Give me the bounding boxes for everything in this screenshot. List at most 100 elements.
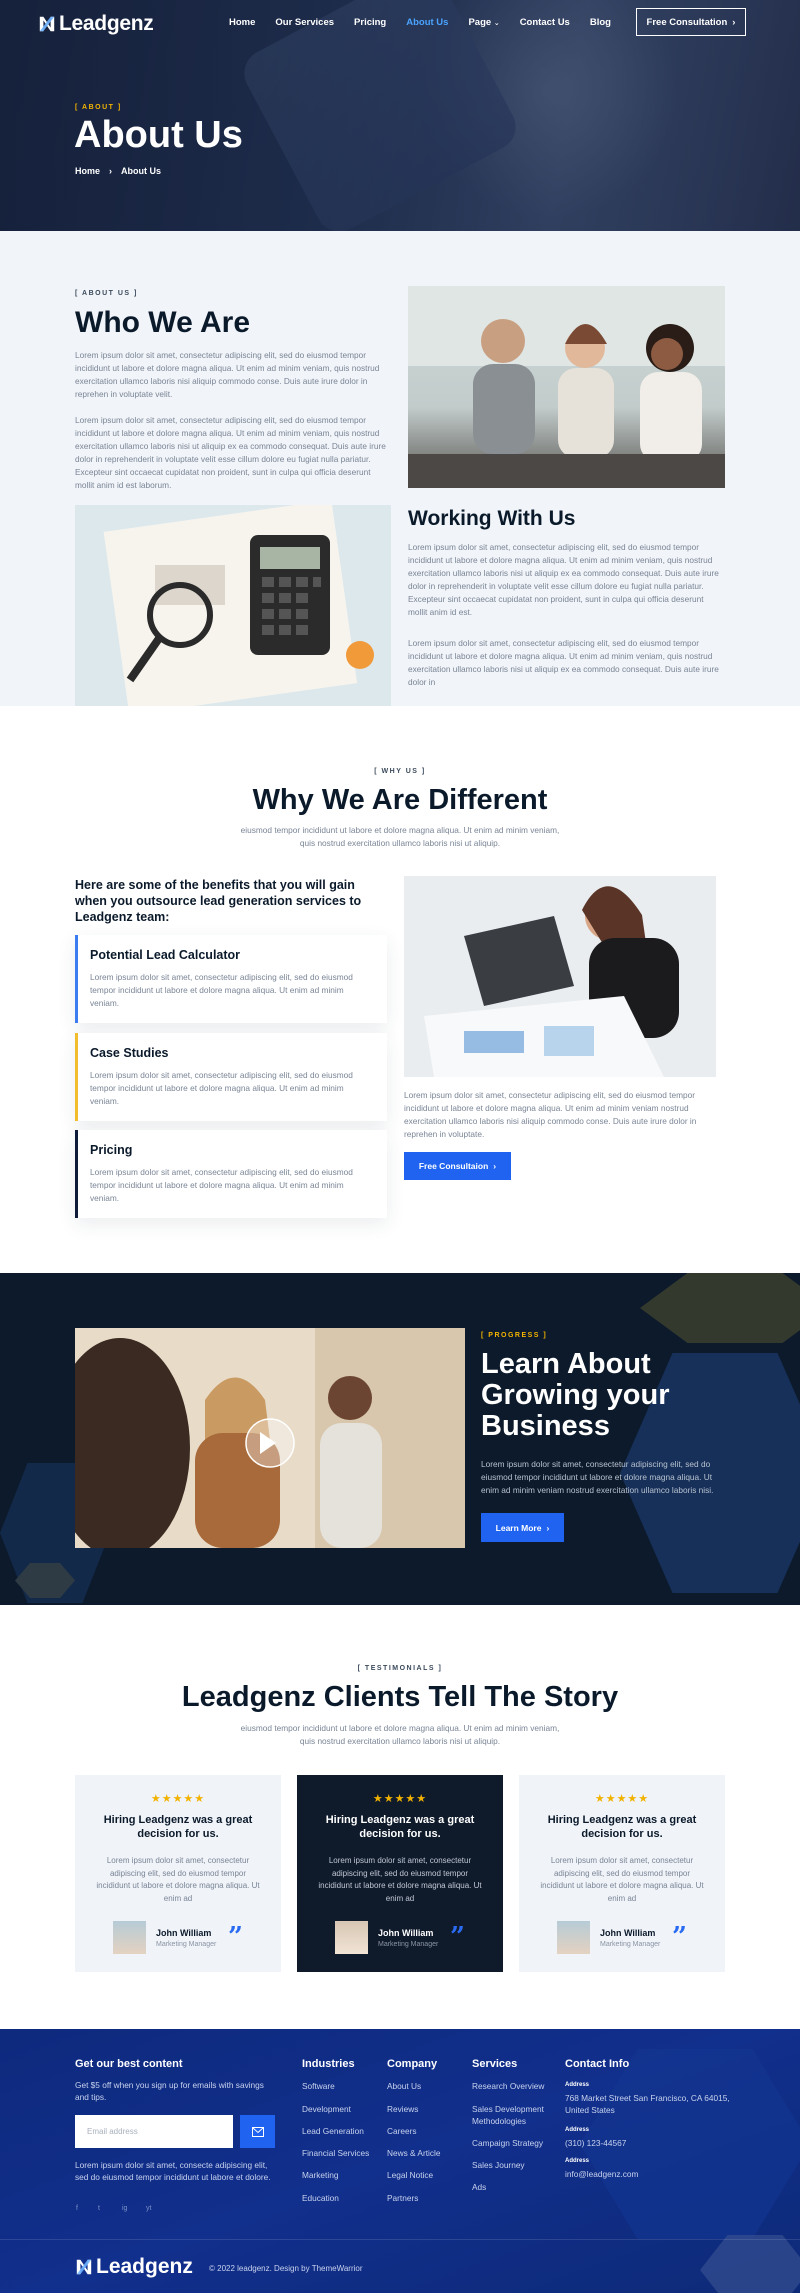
email-value[interactable]: info@leadgenz.com bbox=[565, 2169, 638, 2179]
rating-stars: ★★★★★ bbox=[594, 1793, 650, 1805]
address-label: Address bbox=[565, 2082, 590, 2088]
nav-contact-us[interactable]: Contact Us bbox=[520, 17, 570, 28]
card-text: Lorem ipsum dolor sit amet, consectetur … bbox=[90, 1070, 353, 1106]
benefit-card[interactable]: Pricing Lorem ipsum dolor sit amet, cons… bbox=[75, 1130, 387, 1218]
team-photo bbox=[408, 286, 725, 488]
who-we-are-section: [ ABOUT US ] Who We Are Lorem ipsum dolo… bbox=[0, 231, 800, 706]
chevron-down-icon: ⌄ bbox=[493, 20, 500, 27]
logo[interactable]: Leadgenz bbox=[38, 12, 154, 36]
breadcrumb: Home › About Us bbox=[75, 166, 161, 176]
quote-icon: ” bbox=[450, 1922, 465, 1952]
learn-more-button[interactable]: Learn More › bbox=[481, 1513, 564, 1542]
reviewer-role: Marketing Manager bbox=[600, 1940, 661, 1948]
footer-link[interactable]: Research Overview bbox=[472, 2080, 544, 2092]
reviewer-role: Marketing Manager bbox=[378, 1940, 439, 1948]
facebook-icon[interactable]: f bbox=[76, 2205, 78, 2212]
footer-logo[interactable]: Leadgenz bbox=[75, 2255, 193, 2279]
testimonials-section: [ TESTIMONIALS ] Leadgenz Clients Tell T… bbox=[0, 1605, 800, 2029]
section-title: Learn About Growing your Business bbox=[481, 1348, 670, 1442]
nav-page[interactable]: Page ⌄ bbox=[468, 17, 499, 28]
nav-page-label: Page bbox=[468, 17, 492, 28]
testimonial-text: Lorem ipsum dolor sit amet, consectetur … bbox=[540, 1856, 704, 1903]
breadcrumb-home[interactable]: Home bbox=[75, 166, 100, 176]
testimonial-card: ★★★★★ Hiring Leadgenz was a great decisi… bbox=[75, 1775, 281, 1972]
free-consultation-button[interactable]: Free Consultaion › bbox=[404, 1152, 511, 1180]
hero-tag: [ ABOUT ] bbox=[75, 104, 122, 111]
card-text: Lorem ipsum dolor sit amet, consectetur … bbox=[90, 1167, 353, 1203]
button-label: Free Consultaion bbox=[418, 1161, 489, 1171]
footer-link[interactable]: Software bbox=[302, 2080, 335, 2092]
nav-home[interactable]: Home bbox=[229, 17, 255, 28]
footer-link[interactable]: Campaign Strategy bbox=[472, 2137, 543, 2149]
footer-link[interactable]: About Us bbox=[387, 2080, 421, 2092]
phone-label: Address bbox=[565, 2127, 590, 2133]
analyst-photo bbox=[404, 876, 716, 1077]
footer-link[interactable]: Legal Notice bbox=[387, 2169, 433, 2181]
section-tag: [ TESTIMONIALS ] bbox=[357, 1665, 443, 1672]
card-title: Case Studies bbox=[90, 1046, 169, 1060]
paragraph: Lorem ipsum dolor sit amet, consectetur … bbox=[408, 638, 719, 687]
paragraph: Lorem ipsum dolor sit amet, consectetur … bbox=[75, 415, 386, 490]
email-input[interactable]: Email address bbox=[75, 2115, 233, 2148]
benefit-card[interactable]: Case Studies Lorem ipsum dolor sit amet,… bbox=[75, 1033, 387, 1121]
quote-icon: ” bbox=[228, 1922, 243, 1952]
reviewer-name: John William bbox=[378, 1927, 434, 1938]
footer-link[interactable]: Partners bbox=[387, 2192, 418, 2204]
footer-link[interactable]: Sales Development Methodologies bbox=[472, 2103, 557, 2127]
testimonial-title: Hiring Leadgenz was a great decision for… bbox=[547, 1814, 697, 1840]
newsletter-text: Get $5 off when you sign up for emails w… bbox=[75, 2080, 264, 2102]
free-consultation-button[interactable]: Free Consultation › bbox=[636, 8, 746, 36]
meeting-video-thumbnail[interactable] bbox=[75, 1328, 465, 1548]
breadcrumb-current: About Us bbox=[121, 166, 162, 176]
footer-link[interactable]: Careers bbox=[387, 2125, 417, 2137]
instagram-icon[interactable]: ig bbox=[122, 2205, 127, 2212]
play-icon[interactable] bbox=[260, 1432, 276, 1454]
company-title: Company bbox=[387, 2058, 438, 2070]
card-title: Pricing bbox=[90, 1143, 133, 1157]
benefits-heading: Here are some of the benefits that you w… bbox=[75, 878, 362, 924]
services-title: Services bbox=[472, 2058, 518, 2070]
footer-link[interactable]: News & Article bbox=[387, 2147, 440, 2159]
footer-link[interactable]: Reviews bbox=[387, 2103, 418, 2115]
nav-blog[interactable]: Blog bbox=[590, 17, 611, 28]
nav-pricing[interactable]: Pricing bbox=[354, 17, 386, 28]
address-value: 768 Market Street San Francisco, CA 6401… bbox=[565, 2093, 730, 2115]
benefit-card[interactable]: Potential Lead Calculator Lorem ipsum do… bbox=[75, 935, 387, 1023]
avatar bbox=[335, 1921, 368, 1954]
footer-text: Lorem ipsum dolor sit amet, consecte adi… bbox=[75, 2160, 271, 2182]
testimonial-card: ★★★★★ Hiring Leadgenz was a great decisi… bbox=[519, 1775, 725, 1972]
youtube-icon[interactable]: yt bbox=[146, 2205, 151, 2212]
send-button[interactable] bbox=[240, 2115, 275, 2148]
paragraph: Lorem ipsum dolor sit amet, consectetur … bbox=[75, 350, 380, 399]
twitter-icon[interactable]: t bbox=[98, 2205, 100, 2212]
footer-link[interactable]: Marketing bbox=[302, 2169, 338, 2181]
progress-section: [ PROGRESS ] Learn About Growing your Bu… bbox=[0, 1273, 800, 1605]
section-subtitle: eiusmod tempor incididunt ut labore et d… bbox=[240, 825, 560, 848]
footer-link[interactable]: Education bbox=[302, 2192, 339, 2204]
avatar bbox=[113, 1921, 146, 1954]
rating-stars: ★★★★★ bbox=[150, 1793, 206, 1805]
reviewer-name: John William bbox=[600, 1927, 656, 1938]
reviewer-role: Marketing Manager bbox=[156, 1940, 217, 1948]
footer-link[interactable]: Development bbox=[302, 2103, 351, 2115]
testimonial-title: Hiring Leadgenz was a great decision for… bbox=[103, 1814, 253, 1840]
phone-value[interactable]: (310) 123-44567 bbox=[565, 2138, 626, 2148]
chevron-right-icon: › bbox=[493, 1161, 497, 1171]
logo-text: Leadgenz bbox=[59, 12, 154, 35]
paragraph: Lorem ipsum dolor sit amet, consectetur … bbox=[404, 1090, 697, 1139]
nav-our-services[interactable]: Our Services bbox=[275, 17, 334, 28]
calculator-photo bbox=[75, 505, 391, 706]
section-tag: [ ABOUT US ] bbox=[75, 290, 138, 297]
mail-icon bbox=[251, 2126, 264, 2137]
reviewer-name: John William bbox=[156, 1927, 212, 1938]
contact-phone: Address (310) 123-44567 bbox=[565, 2124, 626, 2149]
footer-link[interactable]: Lead Generation bbox=[302, 2125, 364, 2137]
section-subtitle: eiusmod tempor incididunt ut labore et d… bbox=[240, 1723, 560, 1746]
logo-text: Leadgenz bbox=[96, 2255, 193, 2278]
footer-link[interactable]: Ads bbox=[472, 2181, 486, 2193]
footer-link[interactable]: Sales Journey bbox=[472, 2159, 525, 2171]
footer-link[interactable]: Financial Services bbox=[302, 2147, 369, 2159]
avatar bbox=[557, 1921, 590, 1954]
nav-about-us[interactable]: About Us bbox=[406, 17, 448, 28]
button-label: Learn More bbox=[495, 1522, 542, 1533]
